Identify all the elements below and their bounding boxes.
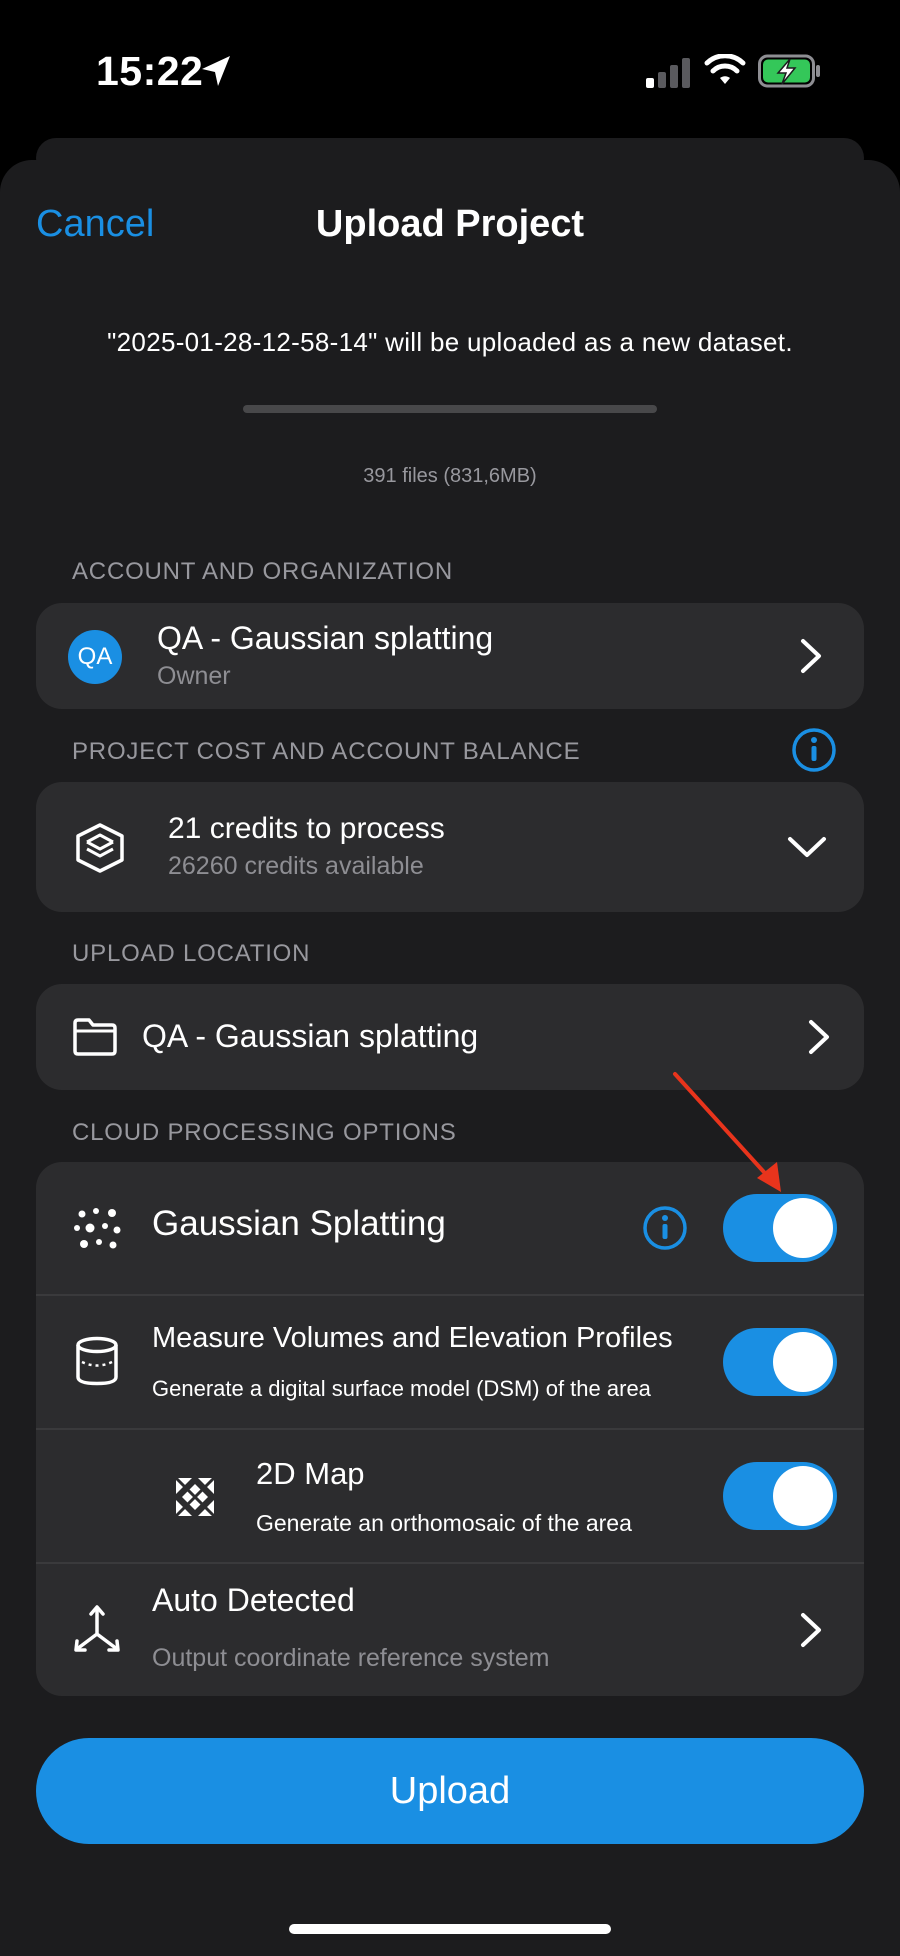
cost-row[interactable]: 21 credits to process 26260 credits avai… xyxy=(36,782,864,912)
wifi-icon xyxy=(704,54,746,84)
gaussian-splatting-toggle[interactable] xyxy=(723,1194,837,1262)
measure-volumes-description: Generate a digital surface model (DSM) o… xyxy=(152,1376,651,1401)
map-2d-row: 2D Map Generate an orthomosaic of the ar… xyxy=(36,1430,864,1562)
battery-charging-icon xyxy=(758,54,820,88)
upload-notice: "2025-01-28-12-58-14" will be uploaded a… xyxy=(107,327,793,357)
avatar: QA xyxy=(68,630,122,684)
measure-volumes-label: Measure Volumes and Elevation Profiles xyxy=(152,1322,673,1354)
gaussian-splatting-label: Gaussian Splatting xyxy=(152,1204,446,1243)
folder-icon xyxy=(73,1018,117,1056)
cylinder-icon xyxy=(76,1336,118,1386)
map-2d-description: Generate an orthomosaic of the area xyxy=(256,1510,632,1536)
toggle-knob xyxy=(773,1198,833,1258)
account-row[interactable]: QA QA - Gaussian splatting Owner xyxy=(36,603,864,709)
upload-progress-bar xyxy=(243,405,657,413)
toggle-knob xyxy=(773,1466,833,1526)
account-role: Owner xyxy=(157,662,231,690)
page-title: Upload Project xyxy=(315,203,585,245)
section-label-account: ACCOUNT AND ORGANIZATION xyxy=(72,558,454,585)
toggle-knob xyxy=(773,1332,833,1392)
crs-row[interactable]: Auto Detected Output coordinate referenc… xyxy=(36,1564,864,1696)
map-2d-toggle[interactable] xyxy=(723,1462,837,1530)
map-2d-icon xyxy=(174,1476,216,1518)
credits-available: 26260 credits available xyxy=(168,852,424,880)
chevron-down-icon xyxy=(788,837,826,857)
location-arrow-icon xyxy=(202,56,230,86)
processing-options-card: Gaussian Splatting Measure Volumes and E… xyxy=(36,1162,864,1696)
crs-description: Output coordinate reference system xyxy=(152,1644,550,1672)
chevron-right-icon xyxy=(801,639,821,673)
status-time: 15:22 xyxy=(96,48,204,94)
axes-icon xyxy=(74,1605,120,1652)
account-name: QA - Gaussian splatting xyxy=(157,620,494,656)
avatar-initials: QA xyxy=(77,643,113,670)
chevron-right-icon xyxy=(801,1613,821,1647)
section-label-location: UPLOAD LOCATION xyxy=(72,940,311,967)
cellular-signal-icon xyxy=(646,58,690,88)
home-indicator xyxy=(289,1924,611,1934)
gaussian-splat-icon xyxy=(74,1208,121,1249)
upload-button-label: Upload xyxy=(389,1769,511,1812)
folder-name: QA - Gaussian splatting xyxy=(142,1018,479,1054)
measure-volumes-toggle[interactable] xyxy=(723,1328,837,1396)
chevron-right-icon xyxy=(809,1020,829,1054)
map-2d-label: 2D Map xyxy=(256,1456,365,1491)
files-summary: 391 files (831,6MB) xyxy=(363,465,537,487)
crs-label: Auto Detected xyxy=(152,1582,355,1618)
layers-icon xyxy=(76,823,124,873)
section-label-processing: CLOUD PROCESSING OPTIONS xyxy=(72,1119,457,1146)
measure-volumes-row: Measure Volumes and Elevation Profiles G… xyxy=(36,1296,864,1428)
upload-button[interactable]: Upload xyxy=(36,1738,864,1844)
annotation-arrow xyxy=(673,1072,781,1192)
section-label-cost: PROJECT COST AND ACCOUNT BALANCE xyxy=(72,738,581,765)
info-icon[interactable] xyxy=(791,727,837,773)
status-bar: 15:22 xyxy=(0,0,900,140)
credits-to-process: 21 credits to process xyxy=(168,812,445,845)
info-icon[interactable] xyxy=(642,1205,688,1251)
